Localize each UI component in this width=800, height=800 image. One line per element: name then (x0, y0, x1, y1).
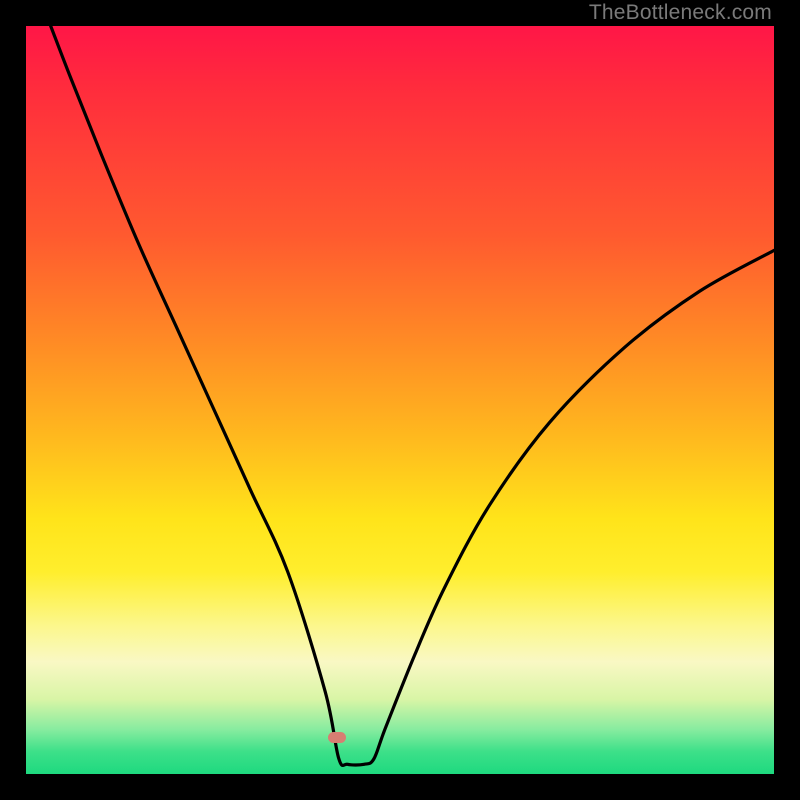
bottleneck-curve (26, 26, 774, 774)
curve-path (51, 26, 774, 765)
chart-frame: TheBottleneck.com (0, 0, 800, 800)
plot-area (26, 26, 774, 774)
optimum-marker (328, 732, 346, 743)
watermark-text: TheBottleneck.com (589, 1, 772, 25)
